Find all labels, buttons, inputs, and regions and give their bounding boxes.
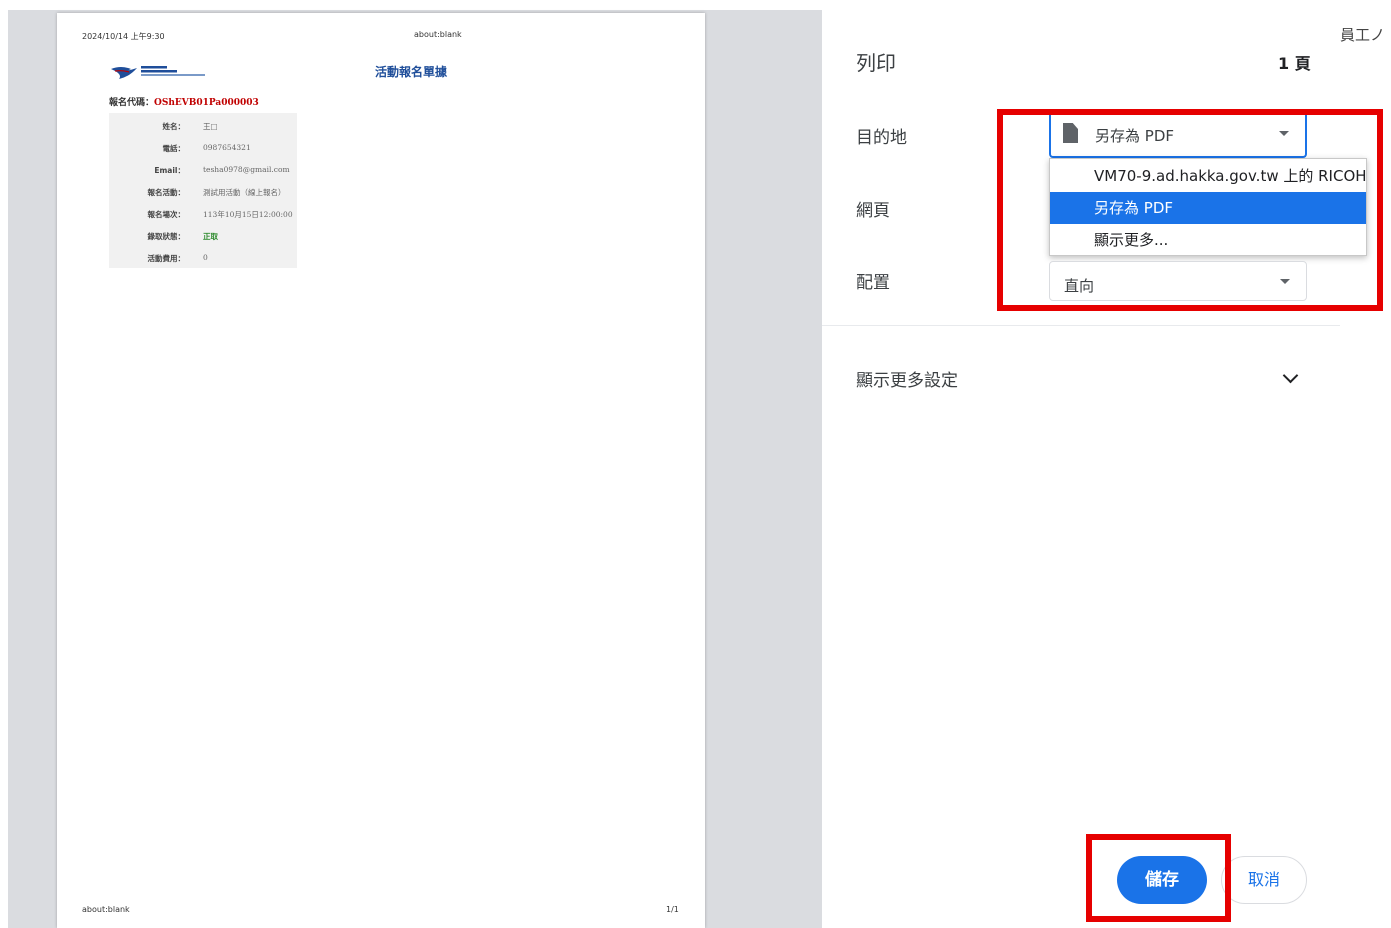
pages-label: 網頁 (856, 201, 890, 221)
info-row-email: Email： tesha0978@gmail.com (109, 159, 297, 179)
highlight-box-destination (997, 109, 1383, 311)
info-label: 錄取狀態： (147, 232, 186, 241)
more-settings-toggle[interactable]: 顯示更多設定 (856, 366, 958, 391)
info-value: tesha0978@gmail.com (203, 165, 290, 174)
info-value: 0987654321 (203, 143, 251, 152)
destination-label: 目的地 (856, 128, 907, 148)
info-label: 報名活動： (147, 188, 186, 197)
info-row-status: 錄取狀態： 正取 (109, 225, 297, 245)
cancel-button[interactable]: 取消 (1221, 856, 1307, 904)
page-footer-url: about:blank (82, 905, 130, 914)
registration-info-table: 姓名： 王□ 電話： 0987654321 Email： tesha0978@g… (109, 113, 297, 268)
info-label: Email： (154, 166, 185, 175)
highlight-box-save (1086, 834, 1231, 922)
background-window-text: 員工ノ (1340, 26, 1386, 44)
registration-code-label: 報名代碼： (109, 98, 155, 108)
registration-code-value: OShEVB01Pa000003 (154, 98, 259, 108)
info-value: 正取 (203, 232, 218, 241)
layout-label: 配置 (856, 273, 890, 293)
info-value: 王□ (203, 122, 218, 131)
info-row-phone: 電話： 0987654321 (109, 137, 297, 157)
info-label: 姓名： (162, 122, 186, 131)
info-row-name: 姓名： 王□ (109, 115, 297, 135)
info-value: 113年10月15日12:00:00 (203, 210, 293, 219)
registration-code: 報名代碼：OShEVB01Pa000003 (109, 95, 259, 108)
info-row-fee: 活動費用： 0 (109, 247, 297, 267)
preview-page: 2024/10/14 上午9:30 about:blank 活動報名單據 報名代… (57, 13, 705, 928)
panel-divider (822, 325, 1340, 326)
page-footer-number: 1/1 (666, 905, 679, 914)
info-label: 報名場次： (147, 210, 186, 219)
info-row-session: 報名場次： 113年10月15日12:00:00 (109, 203, 297, 223)
page-count: 1 頁 (1278, 54, 1311, 73)
print-title: 列印 (856, 51, 896, 75)
info-label: 活動費用： (147, 254, 186, 263)
organization-logo (111, 66, 205, 79)
info-label: 電話： (162, 144, 186, 153)
document-title: 活動報名單據 (375, 65, 448, 79)
page-header-url: about:blank (414, 30, 462, 39)
window-edge (0, 0, 8, 928)
info-value: 測試用活動（線上報名） (203, 188, 286, 197)
page-header-date: 2024/10/14 上午9:30 (82, 32, 165, 41)
info-value: 0 (203, 253, 208, 262)
info-row-activity: 報名活動： 測試用活動（線上報名） (109, 181, 297, 201)
